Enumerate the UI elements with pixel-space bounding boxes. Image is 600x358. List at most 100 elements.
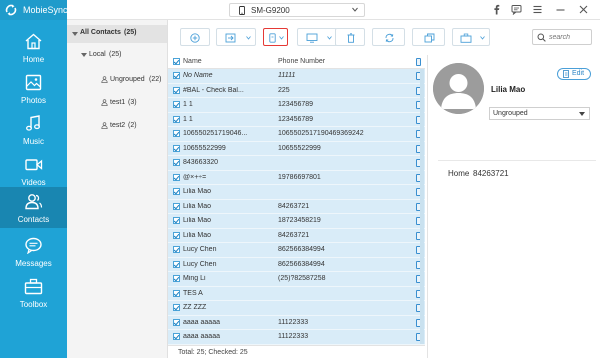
messages-icon <box>25 237 42 254</box>
table-row[interactable]: Lilia Mao 84263721 <box>168 199 425 214</box>
phone-number-cell: 18723458219 <box>278 217 321 224</box>
table-row[interactable]: Lucy Chen 862566384994 <box>168 257 425 272</box>
group-ungrouped[interactable]: Ungrouped (22) <box>67 73 167 87</box>
row-checkbox[interactable] <box>173 333 180 340</box>
table-row[interactable]: Lilia Mao 84263721 <box>168 228 425 243</box>
import-button[interactable] <box>216 28 256 46</box>
row-checkbox[interactable] <box>173 173 180 181</box>
row-checkbox[interactable] <box>173 260 180 268</box>
row-checkbox[interactable] <box>173 144 180 152</box>
toolbox-icon <box>24 278 43 295</box>
nav-label-contacts: Contacts <box>17 215 50 224</box>
row-checkbox[interactable] <box>173 318 180 326</box>
column-header-phone[interactable]: Phone Number <box>278 58 325 65</box>
table-row[interactable]: Lilia Mao 18723458219 <box>168 214 425 229</box>
nav-item-music[interactable]: Music <box>0 109 67 150</box>
table-row[interactable]: aaaa aaaaa 11122333 <box>168 330 425 345</box>
row-checkbox[interactable] <box>173 101 180 108</box>
delete-button[interactable] <box>335 28 365 46</box>
table-row[interactable]: ZZ ZZZ <box>168 301 425 316</box>
row-checkbox[interactable] <box>173 86 180 94</box>
group-test1[interactable]: test1 (3) <box>67 96 167 110</box>
refresh-icon <box>385 33 394 43</box>
phone-number-cell: 11122333 <box>278 333 309 340</box>
row-checkbox[interactable] <box>173 188 180 195</box>
group-button[interactable] <box>452 28 490 46</box>
table-row[interactable]: 843663320 <box>168 156 425 171</box>
chevron-down-icon <box>352 7 358 12</box>
feedback-icon[interactable] <box>511 4 522 15</box>
row-checkbox[interactable] <box>173 231 180 239</box>
group-local[interactable]: Local (25) <box>67 48 167 62</box>
table-row[interactable]: Lucy Chen 862566384994 <box>168 243 425 258</box>
table-row[interactable]: Lilia Mao <box>168 185 425 200</box>
chevron-down-icon <box>81 53 87 57</box>
chevron-down-icon <box>72 32 78 36</box>
edit-button[interactable]: Edit <box>557 68 591 80</box>
menu-icon[interactable] <box>532 4 543 15</box>
group-test2[interactable]: test2 (2) <box>67 119 167 133</box>
deduplicate-button[interactable] <box>412 28 445 46</box>
group-all-contacts[interactable]: All Contacts (25) <box>67 25 167 43</box>
facebook-icon[interactable] <box>491 4 502 15</box>
app-logo-icon <box>5 4 17 16</box>
device-selector[interactable]: SM-G9200 <box>229 3 365 17</box>
row-checkbox[interactable] <box>173 217 180 224</box>
group-local-count: (25) <box>109 51 122 58</box>
person-icon <box>101 76 108 83</box>
edit-label: Edit <box>572 70 585 77</box>
edit-icon <box>563 70 569 78</box>
row-checkbox[interactable] <box>173 130 180 137</box>
refresh-button[interactable] <box>372 28 405 46</box>
transfer-to-computer-button[interactable] <box>297 28 337 46</box>
phone-export-icon <box>269 33 276 43</box>
nav-item-messages[interactable]: Messages <box>0 231 67 272</box>
export-button[interactable] <box>263 28 288 46</box>
table-row[interactable]: No Name 11111 <box>168 69 425 84</box>
app-name: MobieSync <box>23 5 68 15</box>
row-checkbox[interactable] <box>173 289 180 297</box>
group-select[interactable]: Ungrouped <box>489 107 590 120</box>
nav-item-videos[interactable]: Videos <box>0 150 67 191</box>
row-checkbox[interactable] <box>173 72 180 79</box>
add-contact-button[interactable] <box>180 28 210 46</box>
chevron-down-icon <box>327 36 332 40</box>
phone-number-cell: 1065502517190469369242 <box>278 130 364 137</box>
table-row[interactable]: #BAL - Check Bal... 225 <box>168 83 425 98</box>
row-checkbox[interactable] <box>173 159 180 166</box>
photo-icon <box>25 74 42 91</box>
minimize-icon[interactable] <box>555 4 566 15</box>
nav-item-photos[interactable]: Photos <box>0 68 67 109</box>
column-header-name[interactable]: Name <box>183 58 202 65</box>
nav-item-contacts[interactable]: Contacts <box>0 187 67 228</box>
row-checkbox[interactable] <box>173 115 180 123</box>
table-row[interactable]: Ming Li (25)?82587258 <box>168 272 425 287</box>
group-all-label: All Contacts <box>80 29 121 36</box>
table-scrollbar[interactable] <box>420 69 424 344</box>
row-checkbox[interactable] <box>173 246 180 253</box>
table-row[interactable]: 10655522999 10655522999 <box>168 141 425 156</box>
search-box[interactable] <box>532 29 592 45</box>
phone-number-cell: (25)?82587258 <box>278 275 326 282</box>
toolbar <box>168 20 600 55</box>
row-checkbox[interactable] <box>173 304 180 311</box>
table-row[interactable]: @×+÷= 19786697801 <box>168 170 425 185</box>
contact-name-cell: 1 1 <box>183 101 193 108</box>
group-local-label: Local <box>89 51 106 58</box>
table-row[interactable]: TES A <box>168 286 425 301</box>
table-row[interactable]: 1 1 123456789 <box>168 112 425 127</box>
select-all-checkbox[interactable] <box>173 58 180 65</box>
search-input[interactable] <box>549 31 589 43</box>
close-icon[interactable] <box>578 4 589 15</box>
total-checked-text: Total: 25; Checked: 25 <box>178 349 248 356</box>
table-row[interactable]: 106550251719046... 1065502517190469369242 <box>168 127 425 142</box>
row-checkbox[interactable] <box>173 202 180 210</box>
contact-name-cell: aaaa aaaaa <box>183 333 220 340</box>
table-row[interactable]: 1 1 123456789 <box>168 98 425 113</box>
nav-item-toolbox[interactable]: Toolbox <box>0 272 67 313</box>
phone-type-label: Home <box>448 169 470 178</box>
row-checkbox[interactable] <box>173 275 180 282</box>
nav-item-home[interactable]: Home <box>0 27 67 68</box>
contact-detail-panel: Edit Lilia Mao Ungrouped Home 84263721 <box>427 55 600 358</box>
table-row[interactable]: aaaa aaaaa 11122333 <box>168 315 425 330</box>
